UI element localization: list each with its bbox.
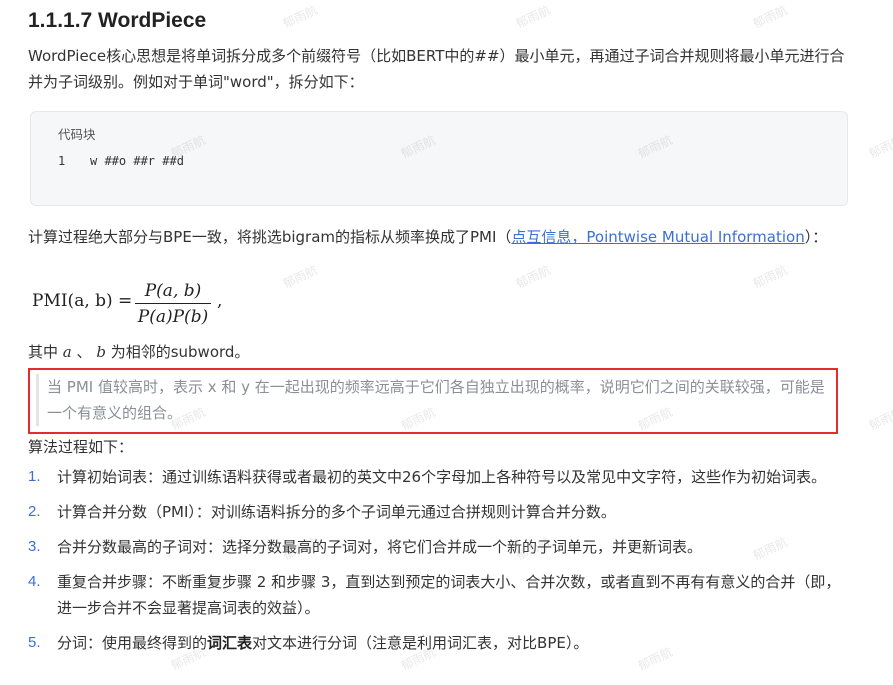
formula-comma: ,: [217, 291, 223, 311]
watermark: 郁雨航: [866, 132, 893, 161]
var-b: b: [96, 343, 106, 361]
step-number: 4.: [28, 573, 41, 590]
algorithm-title: 算法过程如下：: [28, 438, 134, 456]
watermark: 郁雨航: [513, 262, 553, 291]
formula-fraction: P(a, b) P(a)P(b): [135, 280, 211, 328]
formula-lhs: PMI(a, b) =: [32, 291, 133, 311]
section-heading: 1.1.1.7 WordPiece: [28, 9, 207, 32]
step-number: 1.: [28, 468, 41, 485]
highlighted-note-box: 当 PMI 值较高时，表示 x 和 y 在一起出现的频率远高于它们各自独立出现的…: [28, 368, 838, 434]
watermark: 郁雨航: [513, 2, 553, 31]
list-item: 3. 合并分数最高的子词对：选择分数最高的子词对，将它们合并成一个新的子词单元，并…: [28, 534, 848, 560]
where-paragraph: 其中 a 、 b 为相邻的subword。: [28, 339, 848, 365]
list-item: 4. 重复合并步骤：不断重复步骤 2 和步骤 3，直到达到预定的词表大小、合并次数…: [28, 569, 848, 621]
list-item: 5. 分词：使用最终得到的词汇表对文本进行分词（注意是利用词汇表，对比BPE）。: [28, 630, 848, 656]
step-text: 重复合并步骤：不断重复步骤 2 和步骤 3，直到达到预定的词表大小、合并次数，或…: [57, 573, 841, 617]
where-suffix: 为相邻的subword。: [110, 343, 250, 361]
watermark: 郁雨航: [866, 404, 893, 433]
where-prefix: 其中: [28, 343, 59, 361]
pmi-link[interactable]: 点互信息，Pointwise Mutual Information: [511, 228, 804, 246]
formula-denominator: P(a)P(b): [137, 307, 209, 327]
watermark: 郁雨航: [280, 2, 320, 31]
code-line-text: w ##o ##r ##d: [90, 154, 184, 168]
calc-paragraph: 计算过程绝大部分与BPE一致，将挑选bigram的指标从频率换成了PMI（点互信…: [28, 224, 848, 250]
watermark: 郁雨航: [750, 2, 790, 31]
step-text: 合并分数最高的子词对：选择分数最高的子词对，将它们合并成一个新的子词单元，并更新…: [57, 538, 703, 556]
formula-numerator: P(a, b): [144, 281, 202, 301]
intro-paragraph: WordPiece核心思想是将单词拆分成多个前缀符号（比如BERT中的##）最小…: [28, 47, 845, 91]
var-a: a: [62, 343, 72, 361]
algorithm-steps: 1. 计算初始词表：通过训练语料获得或者最初的英文中26个字母加上各种符号以及常见…: [28, 464, 848, 665]
where-sep: 、: [76, 343, 92, 361]
calc-text-before: 计算过程绝大部分与BPE一致，将挑选bigram的指标从频率换成了PMI（: [28, 228, 512, 246]
watermark: 郁雨航: [280, 262, 320, 291]
step-number: 3.: [28, 538, 41, 555]
calc-text-after: ）：: [804, 228, 828, 246]
fraction-bar: [135, 303, 211, 304]
note-blockquote: 当 PMI 值较高时，表示 x 和 y 在一起出现的频率远高于它们各自独立出现的…: [36, 374, 837, 426]
step-text: 计算合并分数（PMI）：对训练语料拆分的多个子词单元通过合拼规则计算合并分数。: [57, 503, 616, 521]
list-item: 1. 计算初始词表：通过训练语料获得或者最初的英文中26个字母加上各种符号以及常见…: [28, 464, 848, 490]
code-line: 1 w ##o ##r ##d: [58, 154, 184, 168]
step-text-after: 对文本进行分词（注意是利用词汇表，对比BPE）。: [252, 634, 589, 652]
step-text-bold: 词汇表: [207, 634, 253, 652]
step-text: 计算初始词表：通过训练语料获得或者最初的英文中26个字母加上各种符号以及常见中文…: [57, 468, 827, 486]
step-number: 5.: [28, 634, 41, 651]
step-text-before: 分词：使用最终得到的: [57, 634, 208, 652]
list-item: 2. 计算合并分数（PMI）：对训练语料拆分的多个子词单元通过合拼规则计算合并分数…: [28, 499, 848, 525]
code-block: 代码块 1 w ##o ##r ##d: [30, 111, 848, 206]
step-number: 2.: [28, 503, 41, 520]
code-line-number: 1: [58, 154, 66, 168]
code-block-label: 代码块: [58, 127, 96, 142]
watermark: 郁雨航: [750, 262, 790, 291]
